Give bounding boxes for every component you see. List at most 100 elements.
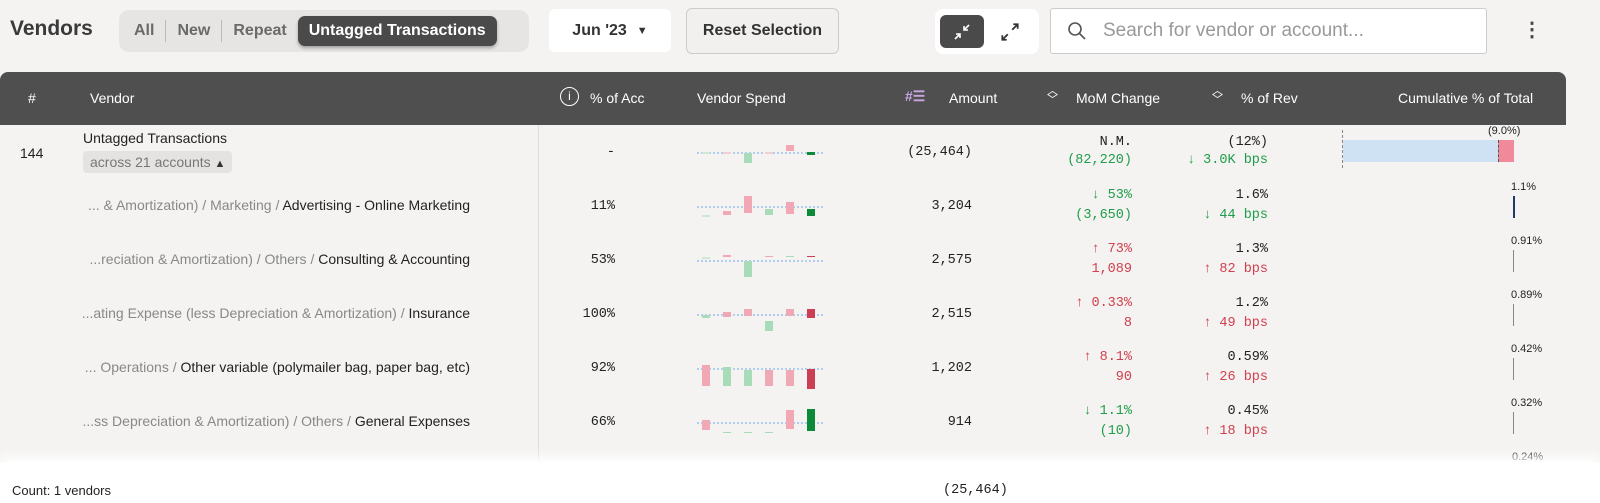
sparkline-bar xyxy=(765,152,773,154)
sparkline-bar xyxy=(744,309,752,316)
mom-abs: 1,089 xyxy=(1091,262,1132,277)
sparkline-bar xyxy=(807,309,815,318)
sparkline-bar xyxy=(786,145,794,151)
col-cumulative[interactable]: Cumulative % of Total xyxy=(1398,90,1533,106)
sparkline-bar xyxy=(702,315,710,318)
vendor-name: Untagged Transactions xyxy=(83,130,227,146)
sort-icon[interactable]: ︿ ﹀ xyxy=(1212,86,1223,106)
mom-abs: (3,650) xyxy=(1075,208,1132,223)
pct-rev: 0.45% xyxy=(1227,404,1268,419)
cum-label: 0.42% xyxy=(1511,343,1543,355)
page-title: Vendors xyxy=(10,17,93,40)
sparkline-bar xyxy=(723,312,731,317)
cum-marker xyxy=(1513,304,1514,326)
cum-marker xyxy=(1513,250,1514,272)
col-pct-rev[interactable]: % of Rev xyxy=(1241,90,1298,106)
account-name: Advertising - Online Marketing xyxy=(282,197,470,213)
amount: (25,464) xyxy=(907,145,972,160)
account-parent-path: ...ss Depreciation & Amortization) / Oth… xyxy=(82,413,355,429)
collapse-arrows-icon[interactable] xyxy=(940,15,984,48)
view-toggle xyxy=(935,9,1039,54)
table-row[interactable]: ...ating Expense (less Depreciation & Am… xyxy=(0,288,1566,342)
mom-pct: ↓ 1.1% xyxy=(1083,404,1132,419)
sparkline-bar xyxy=(723,367,731,386)
month-dropdown[interactable]: Jun '23 ▼ xyxy=(549,9,671,52)
account-name: Other variable (polymailer bag, paper ba… xyxy=(180,359,470,375)
pct-acc: 92% xyxy=(590,361,615,376)
account-path: ...reciation & Amortization) / Others / … xyxy=(89,251,470,267)
sparkline-bar xyxy=(786,256,794,257)
expand-arrows-icon[interactable] xyxy=(988,15,1032,48)
account-parent-path: ... & Amortization) / Marketing / xyxy=(87,197,283,213)
sparkline-bar xyxy=(723,152,731,154)
account-path: ...ating Expense (less Depreciation & Am… xyxy=(82,305,470,321)
pct-rev: 0.59% xyxy=(1227,350,1268,365)
mom-pct: ↑ 0.33% xyxy=(1075,296,1132,311)
tab-new[interactable]: New xyxy=(166,22,221,40)
sparkline-bar xyxy=(702,365,710,386)
sparkline-bar xyxy=(702,215,710,217)
account-path: ... Operations / Other variable (polymai… xyxy=(85,359,470,375)
rev-bps: ↑ 82 bps xyxy=(1203,262,1268,277)
pct-acc: 53% xyxy=(590,253,615,268)
mom-pct: ↓ 53% xyxy=(1091,188,1132,203)
col-pct-acc[interactable]: % of Acc xyxy=(590,90,644,106)
sparkline-bar xyxy=(723,211,731,215)
pct-acc: - xyxy=(606,145,615,160)
kebab-menu-icon[interactable]: ⋮ xyxy=(1522,20,1542,40)
mom-pct: N.M. xyxy=(1099,135,1132,150)
mom-abs: (10) xyxy=(1099,424,1132,439)
tab-all[interactable]: All xyxy=(123,22,165,40)
sparkline-bar xyxy=(765,370,773,386)
tab-untagged-transactions[interactable]: Untagged Transactions xyxy=(297,16,497,46)
table-row[interactable]: ... & Amortization) / Marketing / Advert… xyxy=(0,180,1566,234)
rev-bps: ↑ 49 bps xyxy=(1203,316,1268,331)
col-num[interactable]: # xyxy=(28,90,36,106)
vendor-spend-sparkline xyxy=(697,365,823,389)
col-vendor-spend[interactable]: Vendor Spend xyxy=(697,90,786,106)
cum-label: 0.32% xyxy=(1511,397,1543,409)
table-footer: Count: 1 vendors (25,464) xyxy=(0,462,1600,503)
account-path: ... & Amortization) / Marketing / Advert… xyxy=(88,197,470,213)
sparkline-bar xyxy=(702,257,710,259)
sparkline-bar xyxy=(765,432,773,433)
sparkline-bar xyxy=(702,152,710,154)
col-amount[interactable]: Amount xyxy=(949,90,997,106)
vendor-filter-tabs: All New Repeat Untagged Transactions xyxy=(119,10,529,52)
sparkline-bar xyxy=(765,256,773,257)
tab-repeat[interactable]: Repeat xyxy=(222,22,297,40)
cum-label: (9.0%) xyxy=(1488,125,1521,137)
sort-icon[interactable]: ︿ ﹀ xyxy=(1047,86,1058,106)
search-box[interactable] xyxy=(1050,8,1487,54)
pct-acc: 11% xyxy=(590,199,615,214)
sparkline-bar xyxy=(807,409,815,431)
reset-selection-button[interactable]: Reset Selection xyxy=(686,8,839,54)
caret-down-icon: ▼ xyxy=(636,24,648,37)
table-row[interactable]: ... Operations / Other variable (polymai… xyxy=(0,342,1566,396)
summary-row[interactable]: 144 Untagged Transactions across 21 acco… xyxy=(0,125,1566,180)
pct-rev: 1.3% xyxy=(1235,242,1268,257)
sparkline-bar xyxy=(765,321,773,331)
vendor-spend-sparkline xyxy=(697,196,823,217)
mom-pct: ↑ 73% xyxy=(1091,242,1132,257)
info-icon[interactable]: i xyxy=(560,87,579,106)
search-input[interactable] xyxy=(1103,20,1463,42)
cum-marker xyxy=(1513,358,1514,380)
mom-abs: (82,220) xyxy=(1067,153,1132,168)
accounts-toggle[interactable]: across 21 accounts ▲ xyxy=(83,151,233,173)
table-row[interactable]: ...ss Depreciation & Amortization) / Oth… xyxy=(0,396,1566,450)
sort-active-icon[interactable]: #☰ xyxy=(905,88,925,105)
pct-acc: 100% xyxy=(582,307,615,322)
vendor-rank: 144 xyxy=(20,145,44,161)
caret-up-icon: ▲ xyxy=(214,158,226,170)
col-vendor[interactable]: Vendor xyxy=(90,90,134,106)
table-header: # Vendor i % of Acc Vendor Spend #☰ Amou… xyxy=(0,72,1566,125)
sparkline-bar xyxy=(744,432,752,433)
table-row[interactable]: ...reciation & Amortization) / Others / … xyxy=(0,234,1566,288)
vendor-spend-sparkline xyxy=(697,255,823,277)
sparkline-bar xyxy=(807,256,815,257)
amount: 2,575 xyxy=(931,253,972,268)
amount: 3,204 xyxy=(931,199,972,214)
col-mom-change[interactable]: MoM Change xyxy=(1076,90,1160,106)
vendor-count: Count: 1 vendors xyxy=(12,483,112,498)
